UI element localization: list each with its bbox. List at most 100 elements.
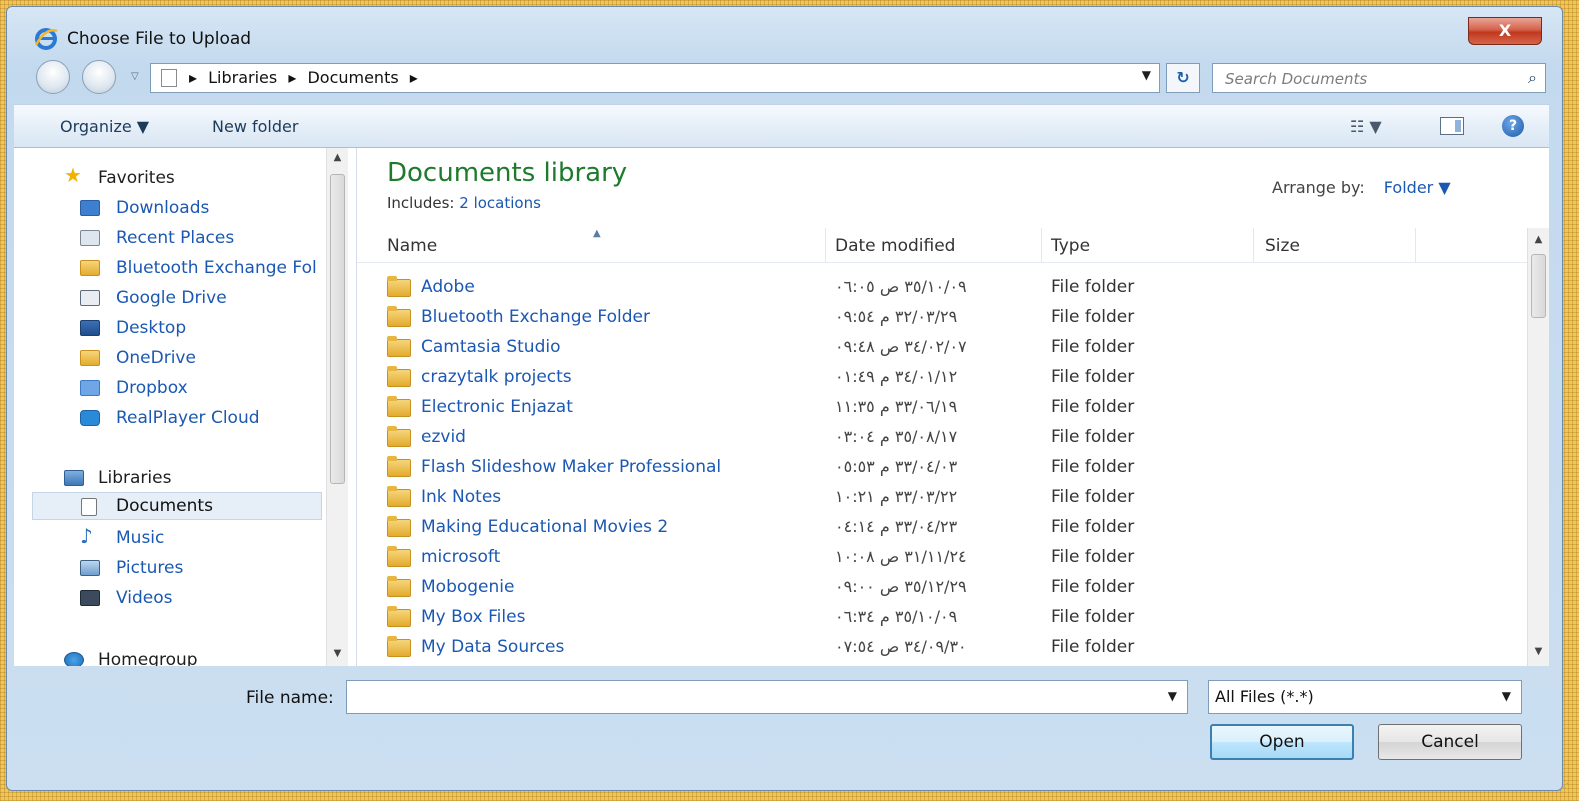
- address-dropdown-icon[interactable]: ▼: [1142, 68, 1151, 82]
- resize-grip-icon[interactable]: ⋰: [1559, 782, 1569, 793]
- sort-ascending-icon: ▲: [593, 228, 601, 239]
- column-size[interactable]: Size: [1265, 236, 1300, 256]
- search-box: ⌕: [1212, 63, 1546, 94]
- file-row[interactable]: Bluetooth Exchange Folder ٣٢/٠٣/٢٩ م ٠٩:٥…: [357, 303, 1527, 333]
- nav-scrollbar[interactable]: ▲ ▼: [326, 148, 348, 666]
- preview-pane-icon[interactable]: [1440, 117, 1464, 135]
- cancel-button[interactable]: Cancel: [1378, 724, 1522, 760]
- file-date: ٣٣/٠٣/٢٢ م ١٠:٢١: [835, 487, 958, 506]
- address-bar[interactable]: ▸ Libraries ▸ Documents ▸ ▼: [150, 63, 1160, 93]
- arrange-by-label: Arrange by:: [1272, 178, 1365, 197]
- breadcrumb-libraries[interactable]: Libraries: [208, 68, 277, 87]
- scroll-down-icon[interactable]: ▼: [1528, 646, 1549, 657]
- libraries-icon: [64, 470, 84, 486]
- file-row[interactable]: My Box Files ٣٥/١٠/٠٩ م ٠٦:٣٤ File folder: [357, 603, 1527, 633]
- open-button[interactable]: Open: [1210, 724, 1354, 760]
- file-row[interactable]: Camtasia Studio ٣٤/٠٢/٠٧ ص ٠٩:٤٨ File fold…: [357, 333, 1527, 363]
- file-type: File folder: [1051, 607, 1135, 627]
- breadcrumb-separator: ▸: [189, 68, 198, 87]
- file-name: Ink Notes: [421, 487, 502, 507]
- file-type: File folder: [1051, 307, 1135, 327]
- file-name-dropdown-icon[interactable]: ▼: [1168, 689, 1177, 703]
- google-drive-icon: [80, 290, 100, 306]
- close-button[interactable]: X: [1468, 17, 1542, 45]
- file-date: ٣٢/٠٣/٢٩ م ٠٩:٥٤: [835, 307, 958, 326]
- file-date: ٣٣/٠٤/٠٣ م ٠٥:٥٣: [835, 457, 958, 476]
- breadcrumb-separator: ▸: [288, 68, 297, 87]
- file-row[interactable]: microsoft ٣١/١١/٢٤ ص ١٠:٠٨ File folder: [357, 543, 1527, 573]
- file-name: Making Educational Movies 2: [421, 517, 669, 537]
- file-date: ٣٥/١٢/٢٩ ص ٠٩:٠٠: [835, 577, 967, 596]
- new-folder-button[interactable]: New folder: [212, 117, 298, 136]
- file-date: ٣٥/١٠/٠٩ م ٠٦:٣٤: [835, 607, 958, 626]
- file-type: File folder: [1051, 517, 1135, 537]
- breadcrumb-documents[interactable]: Documents: [307, 68, 398, 87]
- folder-icon: [387, 306, 411, 327]
- refresh-button[interactable]: ↻: [1166, 63, 1200, 93]
- locations-link[interactable]: 2 locations: [459, 194, 541, 212]
- scroll-down-icon[interactable]: ▼: [327, 648, 348, 659]
- help-icon[interactable]: ?: [1502, 115, 1524, 137]
- music-icon: ♪: [80, 524, 93, 548]
- back-button[interactable]: [36, 60, 70, 94]
- file-row[interactable]: ezvid ٣٥/٠٨/١٧ م ٠٣:٠٤ File folder: [357, 423, 1527, 453]
- arrange-by-dropdown[interactable]: Folder ▼: [1384, 178, 1451, 197]
- folder-icon: [387, 546, 411, 567]
- file-date: ٣٥/١٠/٠٩ ص ٠٦:٠٥: [835, 277, 967, 296]
- file-name-input[interactable]: [347, 681, 1157, 715]
- file-name: Adobe: [421, 277, 475, 297]
- folder-icon: [387, 606, 411, 627]
- file-list-scrollbar[interactable]: ▲ ▼: [1527, 228, 1549, 666]
- file-row[interactable]: Flash Slideshow Maker Professional ٣٣/٠٤/…: [357, 453, 1527, 483]
- file-row[interactable]: Ink Notes ٣٣/٠٣/٢٢ م ١٠:٢١ File folder: [357, 483, 1527, 513]
- file-list-scrollbar-thumb[interactable]: [1531, 254, 1546, 318]
- file-row[interactable]: crazytalk projects ٣٤/٠١/١٢ م ٠١:٤٩ File f…: [357, 363, 1527, 393]
- desktop-icon: [80, 320, 100, 336]
- column-separator[interactable]: [825, 228, 826, 262]
- folder-icon: [387, 516, 411, 537]
- breadcrumb-separator[interactable]: ▸: [410, 68, 418, 87]
- file-date: ٣٤/٠٩/٣٠ ص ٠٧:٥٤: [835, 637, 967, 656]
- file-name-label: File name:: [246, 688, 334, 708]
- file-row[interactable]: Mobogenie ٣٥/١٢/٢٩ ص ٠٩:٠٠ File folder: [357, 573, 1527, 603]
- forward-button[interactable]: [82, 60, 116, 94]
- nav-scrollbar-thumb[interactable]: [330, 174, 345, 484]
- file-name: Bluetooth Exchange Folder: [421, 307, 650, 327]
- folder-icon: [387, 366, 411, 387]
- file-row[interactable]: Electronic Enjazat ٣٣/٠٦/١٩ م ١١:٣٥ File f…: [357, 393, 1527, 423]
- nav-documents[interactable]: Documents: [32, 492, 322, 520]
- column-separator[interactable]: [1041, 228, 1042, 262]
- chevron-down-icon: ▼: [1501, 689, 1511, 703]
- folder-icon: [387, 576, 411, 597]
- search-input[interactable]: [1213, 64, 1517, 94]
- file-date: ٣٥/٠٨/١٧ م ٠٣:٠٤: [835, 427, 958, 446]
- file-type: File folder: [1051, 487, 1135, 507]
- history-dropdown-icon[interactable]: ▽: [131, 71, 139, 82]
- column-date-modified[interactable]: Date modified: [835, 236, 955, 256]
- file-date: ٣١/١١/٢٤ ص ١٠:٠٨: [835, 547, 967, 566]
- file-name-combo: ▼: [346, 680, 1188, 715]
- includes-label: Includes:: [387, 194, 455, 212]
- file-row[interactable]: My Data Sources ٣٤/٠٩/٣٠ ص ٠٧:٥٤ File fold…: [357, 633, 1527, 663]
- column-separator[interactable]: [1415, 228, 1416, 262]
- breadcrumb: ▸ Libraries ▸ Documents ▸: [189, 68, 424, 87]
- column-type[interactable]: Type: [1051, 236, 1090, 256]
- scroll-up-icon[interactable]: ▲: [327, 152, 348, 163]
- column-name[interactable]: Name: [387, 236, 437, 256]
- documents-icon: [81, 498, 97, 516]
- window-title: Choose File to Upload: [67, 29, 252, 49]
- file-row[interactable]: Adobe ٣٥/١٠/٠٩ ص ٠٦:٠٥ File folder: [357, 273, 1527, 303]
- toolbar: Organize ▼ New folder ☷ ▼ ?: [14, 104, 1549, 148]
- column-separator[interactable]: [1253, 228, 1254, 262]
- file-type-filter[interactable]: All Files (*.*) ▼: [1208, 680, 1522, 714]
- view-options-icon[interactable]: ☷ ▼: [1350, 117, 1382, 136]
- folder-icon: [80, 350, 100, 366]
- title-bar: Choose File to Upload X: [7, 7, 1562, 59]
- scroll-up-icon[interactable]: ▲: [1528, 234, 1549, 245]
- file-name: My Box Files: [421, 607, 526, 627]
- search-icon[interactable]: ⌕: [1528, 68, 1537, 88]
- file-date: ٣٤/٠٢/٠٧ ص ٠٩:٤٨: [835, 337, 967, 356]
- organize-button[interactable]: Organize ▼: [60, 117, 149, 136]
- file-row[interactable]: Making Educational Movies 2 ٣٣/٠٤/٢٣ م ٠٤…: [357, 513, 1527, 543]
- folder-icon: [387, 276, 411, 297]
